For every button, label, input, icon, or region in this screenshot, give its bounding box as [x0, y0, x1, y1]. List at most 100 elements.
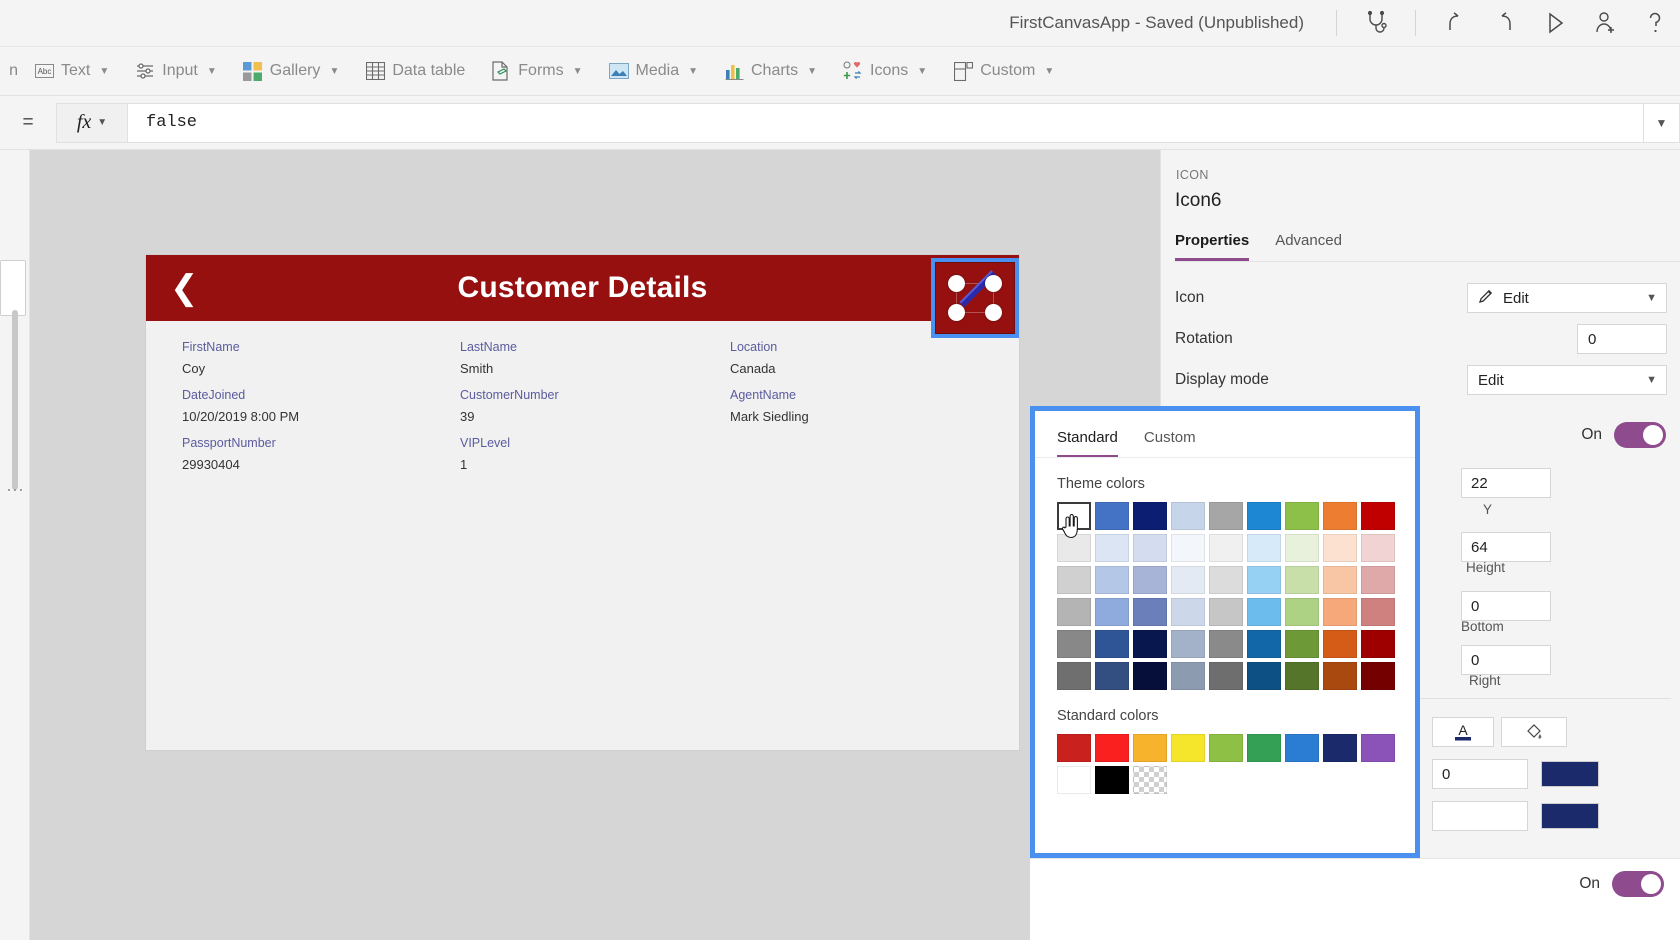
standard-color-swatch[interactable] — [1361, 734, 1395, 762]
form-field-datejoined[interactable]: DateJoined 10/20/2019 8:00 PM — [182, 388, 299, 424]
theme-color-swatch[interactable] — [1285, 598, 1319, 626]
form-field-location[interactable]: Location Canada — [730, 340, 777, 376]
theme-colors-grid[interactable] — [1035, 502, 1415, 690]
display-mode-dropdown[interactable]: Edit ▼ — [1467, 365, 1667, 395]
theme-color-swatch[interactable] — [1209, 630, 1243, 658]
theme-color-swatch[interactable] — [1209, 534, 1243, 562]
theme-color-swatch[interactable] — [1361, 566, 1395, 594]
ribbon-item-gallery[interactable]: Gallery ▼ — [231, 55, 352, 87]
left-scrollbar[interactable] — [12, 310, 18, 490]
theme-color-swatch[interactable] — [1095, 662, 1129, 690]
theme-color-swatch[interactable] — [1323, 598, 1357, 626]
help-icon[interactable] — [1630, 0, 1680, 47]
theme-color-swatch[interactable] — [1323, 502, 1357, 530]
border-input[interactable]: 0 — [1432, 759, 1528, 789]
standard-color-swatch[interactable] — [1057, 766, 1091, 794]
preview-play-icon[interactable] — [1530, 0, 1580, 47]
theme-color-swatch[interactable] — [1133, 534, 1167, 562]
theme-color-swatch[interactable] — [1361, 598, 1395, 626]
theme-color-swatch[interactable] — [1171, 630, 1205, 658]
theme-color-swatch[interactable] — [1247, 566, 1281, 594]
visible-toggle[interactable] — [1614, 422, 1666, 448]
fill-bucket-icon[interactable] — [1501, 717, 1567, 747]
theme-color-swatch[interactable] — [1133, 662, 1167, 690]
standard-color-swatch[interactable] — [1057, 734, 1091, 762]
tab-custom[interactable]: Custom — [1144, 429, 1196, 457]
theme-color-swatch[interactable] — [1247, 598, 1281, 626]
theme-color-swatch[interactable] — [1361, 534, 1395, 562]
theme-color-swatch[interactable] — [1171, 566, 1205, 594]
icon-dropdown[interactable]: Edit ▼ — [1467, 283, 1667, 313]
theme-color-swatch[interactable] — [1133, 630, 1167, 658]
font-color-A-icon[interactable]: A — [1432, 717, 1494, 747]
chevron-left-icon[interactable]: ❮ — [170, 271, 199, 305]
ribbon-item-icons[interactable]: Icons ▼ — [831, 55, 939, 87]
standard-color-swatch[interactable] — [1133, 734, 1167, 762]
border-color-swatch[interactable] — [1541, 761, 1599, 787]
ribbon-item-media[interactable]: Media ▼ — [597, 55, 710, 87]
theme-color-swatch[interactable] — [1209, 566, 1243, 594]
theme-color-swatch[interactable] — [1057, 630, 1091, 658]
app-screen-canvas[interactable]: ❮ Customer Details FirstName Coy LastNam… — [146, 255, 1019, 750]
standard-color-swatch[interactable] — [1209, 734, 1243, 762]
theme-color-swatch[interactable] — [1057, 566, 1091, 594]
ribbon-item-custom[interactable]: Custom ▼ — [941, 55, 1066, 87]
fx-property-selector[interactable]: fx ▼ — [56, 102, 128, 143]
form-field-viplevel[interactable]: VIPLevel 1 — [460, 436, 510, 472]
theme-color-swatch[interactable] — [1361, 662, 1395, 690]
app-checker-icon[interactable] — [1351, 0, 1401, 47]
theme-color-swatch[interactable] — [1133, 502, 1167, 530]
transparent-color-swatch[interactable] — [1133, 766, 1167, 794]
overflow-dots-icon[interactable]: ⋯ — [6, 480, 26, 501]
share-user-icon[interactable] — [1580, 0, 1630, 47]
theme-color-swatch[interactable] — [1171, 598, 1205, 626]
theme-color-swatch[interactable] — [1361, 502, 1395, 530]
y-input[interactable]: 22 — [1461, 468, 1551, 498]
bottom-toggle[interactable] — [1612, 871, 1664, 897]
theme-color-swatch[interactable] — [1285, 566, 1319, 594]
selected-icon-control[interactable] — [931, 258, 1019, 338]
resize-handle-top-left[interactable] — [948, 275, 965, 292]
height-input[interactable]: 64 — [1461, 532, 1551, 562]
theme-color-swatch[interactable] — [1209, 662, 1243, 690]
rotation-input[interactable]: 0 — [1577, 324, 1667, 354]
resize-handle-bottom-left[interactable] — [948, 304, 965, 321]
standard-colors-grid[interactable] — [1035, 734, 1415, 794]
theme-color-swatch[interactable] — [1057, 662, 1091, 690]
color-picker-flyout[interactable]: Standard Custom Theme colors Standard co… — [1030, 406, 1420, 858]
right-input[interactable]: 0 — [1461, 645, 1551, 675]
tab-advanced[interactable]: Advanced — [1275, 232, 1342, 261]
theme-color-swatch[interactable] — [1323, 566, 1357, 594]
theme-color-swatch[interactable] — [1285, 534, 1319, 562]
canvas-area[interactable]: ❮ Customer Details FirstName Coy LastNam… — [30, 150, 1160, 940]
form-field-firstname[interactable]: FirstName Coy — [182, 340, 240, 376]
theme-color-swatch[interactable] — [1171, 502, 1205, 530]
fill-color-swatch[interactable] — [1541, 803, 1599, 829]
theme-color-swatch[interactable] — [1323, 534, 1357, 562]
theme-color-swatch[interactable] — [1361, 630, 1395, 658]
form-field-agentname[interactable]: AgentName Mark Siedling — [730, 388, 809, 424]
theme-color-swatch[interactable] — [1057, 534, 1091, 562]
ribbon-item-data-table[interactable]: Data table — [353, 55, 477, 87]
theme-color-swatch[interactable] — [1285, 662, 1319, 690]
theme-color-swatch[interactable] — [1095, 566, 1129, 594]
theme-color-swatch[interactable] — [1247, 534, 1281, 562]
standard-color-swatch[interactable] — [1285, 734, 1319, 762]
resize-handle-top-right[interactable] — [985, 275, 1002, 292]
bottom-input[interactable]: 0 — [1461, 591, 1551, 621]
theme-color-swatch[interactable] — [1095, 630, 1129, 658]
tab-standard[interactable]: Standard — [1057, 429, 1118, 457]
theme-color-swatch[interactable] — [1171, 534, 1205, 562]
form-field-passportnumber[interactable]: PassportNumber 29930404 — [182, 436, 276, 472]
theme-color-swatch[interactable] — [1057, 598, 1091, 626]
form-field-lastname[interactable]: LastName Smith — [460, 340, 517, 376]
theme-color-swatch[interactable] — [1133, 598, 1167, 626]
standard-color-swatch[interactable] — [1095, 766, 1129, 794]
undo-icon[interactable] — [1430, 0, 1480, 47]
resize-handle-bottom-right[interactable] — [985, 304, 1002, 321]
standard-color-swatch[interactable] — [1323, 734, 1357, 762]
theme-color-swatch[interactable] — [1171, 662, 1205, 690]
theme-color-swatch[interactable] — [1209, 502, 1243, 530]
theme-color-swatch[interactable] — [1209, 598, 1243, 626]
ribbon-item-text[interactable]: Abc Text ▼ — [22, 55, 121, 87]
